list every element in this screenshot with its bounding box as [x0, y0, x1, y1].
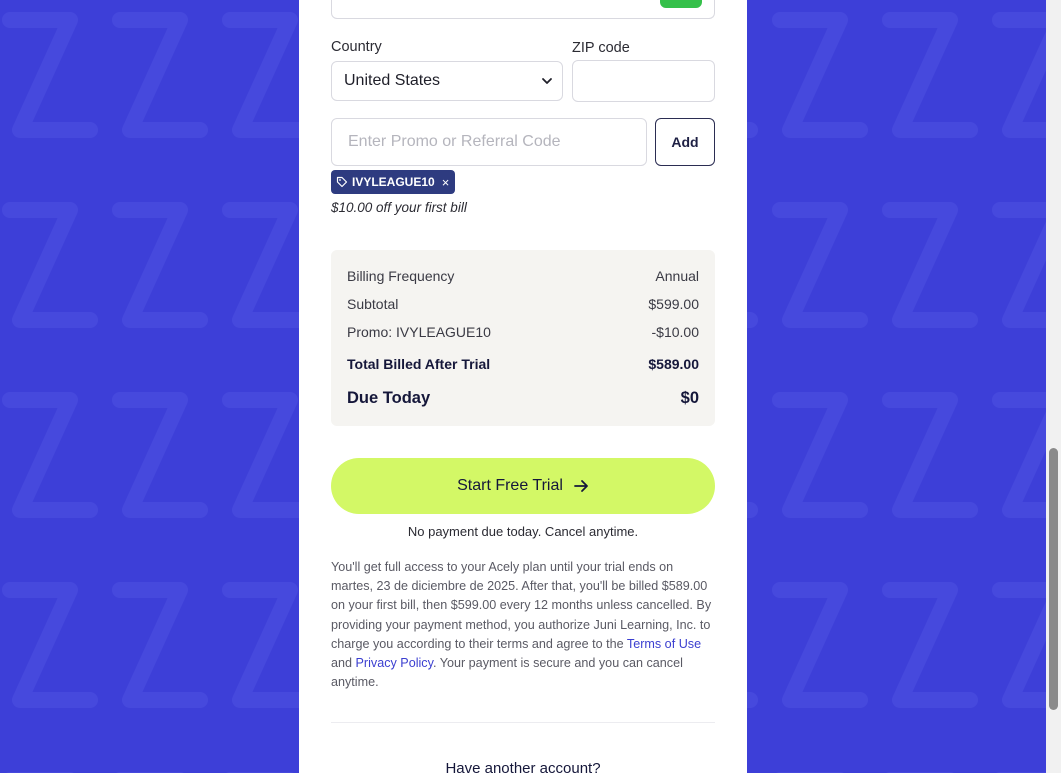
start-free-trial-button[interactable]: Start Free Trial [331, 458, 715, 514]
no-payment-note: No payment due today. Cancel anytime. [407, 524, 639, 539]
summary-row-label: Subtotal [347, 296, 399, 312]
summary-row-label: Promo: IVYLEAGUE10 [347, 324, 491, 340]
divider [331, 722, 715, 723]
discount-note: $10.00 off your first bill [331, 200, 467, 215]
another-account-link[interactable]: Have another account? [331, 760, 715, 773]
total-value: $589.00 [648, 356, 699, 372]
summary-row-value: $599.00 [648, 296, 699, 312]
summary-row-subtotal: Subtotal $599.00 [347, 296, 699, 312]
promo-code-placeholder: Enter Promo or Referral Code [348, 133, 561, 150]
summary-row-billing-frequency: Billing Frequency Annual [347, 268, 699, 284]
legal-text-and: and [331, 656, 356, 671]
due-today-value: $0 [680, 389, 699, 407]
country-select-value: United States [344, 72, 441, 89]
summary-row-due-today: Due Today $0 [347, 389, 699, 408]
order-summary: Billing Frequency Annual Subtotal $599.0… [331, 250, 715, 426]
applied-promo-chip: IVYLEAGUE10 × [331, 170, 456, 194]
total-label: Total Billed After Trial [347, 356, 491, 372]
zip-code-input[interactable] [572, 60, 715, 102]
applied-promo-code: IVYLEAGUE10 [352, 175, 435, 189]
summary-row-label: Billing Frequency [347, 268, 455, 284]
privacy-policy-link[interactable]: Privacy Policy [356, 656, 433, 670]
scrollbar-thumb[interactable] [1049, 448, 1058, 710]
summary-row-value: -$10.00 [651, 324, 699, 340]
legal-text: You'll get full access to your Acely pla… [331, 558, 715, 692]
summary-row-total: Total Billed After Trial $589.00 [347, 356, 699, 372]
arrow-right-icon [574, 480, 588, 492]
terms-of-use-link[interactable]: Terms of Use [627, 637, 701, 651]
country-label: Country [331, 39, 382, 55]
promo-code-input[interactable]: Enter Promo or Referral Code [331, 118, 647, 166]
previous-field[interactable] [331, 0, 715, 19]
due-today-label: Due Today [347, 389, 431, 407]
checkout-card: Country ZIP code United States Enter Pro… [299, 0, 747, 773]
tag-icon [336, 176, 348, 188]
remove-promo-icon[interactable]: × [442, 175, 450, 190]
zip-label: ZIP code [572, 40, 630, 56]
add-promo-button[interactable]: Add [655, 118, 715, 166]
start-free-trial-label: Start Free Trial [457, 477, 563, 494]
chevron-down-icon [542, 78, 552, 84]
country-select[interactable]: United States [331, 61, 563, 101]
summary-row-value: Annual [655, 268, 699, 284]
summary-row-promo: Promo: IVYLEAGUE10 -$10.00 [347, 324, 699, 340]
green-indicator [660, 0, 702, 8]
